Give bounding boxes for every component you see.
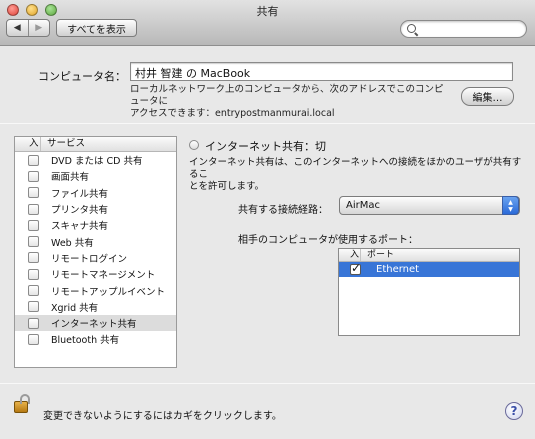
services-list[interactable]: 入 サービス DVD または CD 共有 画面共有 ファイル共有 プリンタ共有 … xyxy=(14,136,177,368)
port-label: Ethernet xyxy=(376,264,420,275)
share-from-label: 共有する接続経路： xyxy=(238,205,328,216)
service-label: DVD または CD 共有 xyxy=(51,156,143,168)
show-all-button[interactable]: すべてを表示 xyxy=(56,19,137,37)
title-bar: 共有 ◀ ▶ すべてを表示 xyxy=(0,0,535,46)
address-note-line2: アクセスできます：entrypostmanmurai.local xyxy=(130,108,335,119)
share-from-popup[interactable]: AirMac ▲ ▼ xyxy=(339,196,520,215)
port-checkbox[interactable] xyxy=(350,261,361,275)
edit-button[interactable]: 編集… xyxy=(461,87,514,106)
service-row-xgrid-sharing[interactable]: Xgrid 共有 xyxy=(15,299,176,315)
back-forward-buttons: ◀ ▶ xyxy=(6,19,50,37)
divider xyxy=(0,383,535,384)
header-enabled[interactable]: 入 xyxy=(339,249,361,261)
service-row-dvd[interactable]: DVD または CD 共有 xyxy=(15,152,176,168)
forward-arrow-icon: ▶ xyxy=(35,23,43,33)
port-row-ethernet[interactable]: Ethernet xyxy=(339,261,519,277)
status-indicator xyxy=(189,140,199,150)
internet-sharing-status: インターネット共有：切 xyxy=(205,140,326,153)
description-line2: とを許可します。 xyxy=(189,181,265,192)
address-note: ローカルネットワーク上のコンピュータから、次のアドレスでこのコンピュータに アク… xyxy=(130,84,450,120)
service-label: 画面共有 xyxy=(51,172,90,184)
service-checkbox[interactable] xyxy=(28,252,39,264)
computer-name-field[interactable]: 村井 智建 の MacBook xyxy=(130,62,513,81)
service-label: Bluetooth 共有 xyxy=(51,335,120,347)
ports-table[interactable]: 入 ポート Ethernet xyxy=(338,248,520,336)
forward-button[interactable]: ▶ xyxy=(27,20,50,36)
services-list-header: 入 サービス xyxy=(15,137,176,152)
window-title: 共有 xyxy=(256,5,279,18)
share-from-value: AirMac xyxy=(346,200,380,211)
service-row-internet-sharing[interactable]: インターネット共有 xyxy=(15,314,176,332)
service-row-screen-sharing[interactable]: 画面共有 xyxy=(15,168,176,184)
service-label: リモートマネージメント xyxy=(51,270,156,282)
service-checkbox[interactable] xyxy=(28,236,39,248)
service-row-remote-management[interactable]: リモートマネージメント xyxy=(15,266,176,282)
service-row-web-sharing[interactable]: Web 共有 xyxy=(15,233,176,249)
divider xyxy=(0,123,535,124)
service-checkbox[interactable] xyxy=(28,285,39,297)
search-field[interactable] xyxy=(400,20,527,38)
computer-name-label: コンピュータ名： xyxy=(38,70,126,83)
service-checkbox[interactable] xyxy=(28,203,39,215)
service-label: Xgrid 共有 xyxy=(51,302,99,314)
service-row-remote-apple-events[interactable]: リモートアップルイベント xyxy=(15,282,176,298)
help-button[interactable]: ? xyxy=(505,402,523,420)
lock-text: 変更できないようにするにはカギをクリックします。 xyxy=(43,411,282,422)
service-checkbox[interactable] xyxy=(28,187,39,199)
service-label: プリンタ共有 xyxy=(51,205,109,217)
service-checkbox[interactable] xyxy=(28,317,39,329)
service-row-scanner-sharing[interactable]: スキャナ共有 xyxy=(15,217,176,233)
service-label: ファイル共有 xyxy=(51,188,109,200)
search-icon xyxy=(407,24,416,33)
service-checkbox[interactable] xyxy=(28,170,39,182)
address-note-line1: ローカルネットワーク上のコンピュータから、次のアドレスでこのコンピュータに xyxy=(130,84,444,107)
header-service[interactable]: サービス xyxy=(41,137,85,151)
service-checkbox[interactable] xyxy=(28,219,39,231)
header-enabled[interactable]: 入 xyxy=(15,137,41,151)
back-button[interactable]: ◀ xyxy=(7,20,28,36)
back-arrow-icon: ◀ xyxy=(13,23,21,33)
service-label: Web 共有 xyxy=(51,237,94,249)
service-label: スキャナ共有 xyxy=(51,221,109,233)
lock-icon[interactable] xyxy=(14,394,30,413)
service-checkbox[interactable] xyxy=(28,154,39,166)
service-label: インターネット共有 xyxy=(51,319,137,331)
popup-arrows-icon: ▲ ▼ xyxy=(502,196,519,215)
internet-sharing-description: インターネット共有は、このインターネットへの接続をほかのユーザが共有するこ とを… xyxy=(189,157,525,193)
service-row-bluetooth-sharing[interactable]: Bluetooth 共有 xyxy=(15,331,176,347)
ports-table-header: 入 ポート xyxy=(339,249,519,262)
service-label: リモートログイン xyxy=(51,253,128,265)
service-checkbox[interactable] xyxy=(28,268,39,280)
ports-label: 相手のコンピュータが使用するポート： xyxy=(238,235,418,246)
header-port[interactable]: ポート xyxy=(361,249,394,261)
service-row-file-sharing[interactable]: ファイル共有 xyxy=(15,185,176,201)
service-checkbox[interactable] xyxy=(28,301,39,313)
service-checkbox[interactable] xyxy=(28,333,39,345)
service-label: リモートアップルイベント xyxy=(51,286,166,298)
service-row-printer-sharing[interactable]: プリンタ共有 xyxy=(15,201,176,217)
service-row-remote-login[interactable]: リモートログイン xyxy=(15,250,176,266)
description-line1: インターネット共有は、このインターネットへの接続をほかのユーザが共有するこ xyxy=(189,157,522,180)
